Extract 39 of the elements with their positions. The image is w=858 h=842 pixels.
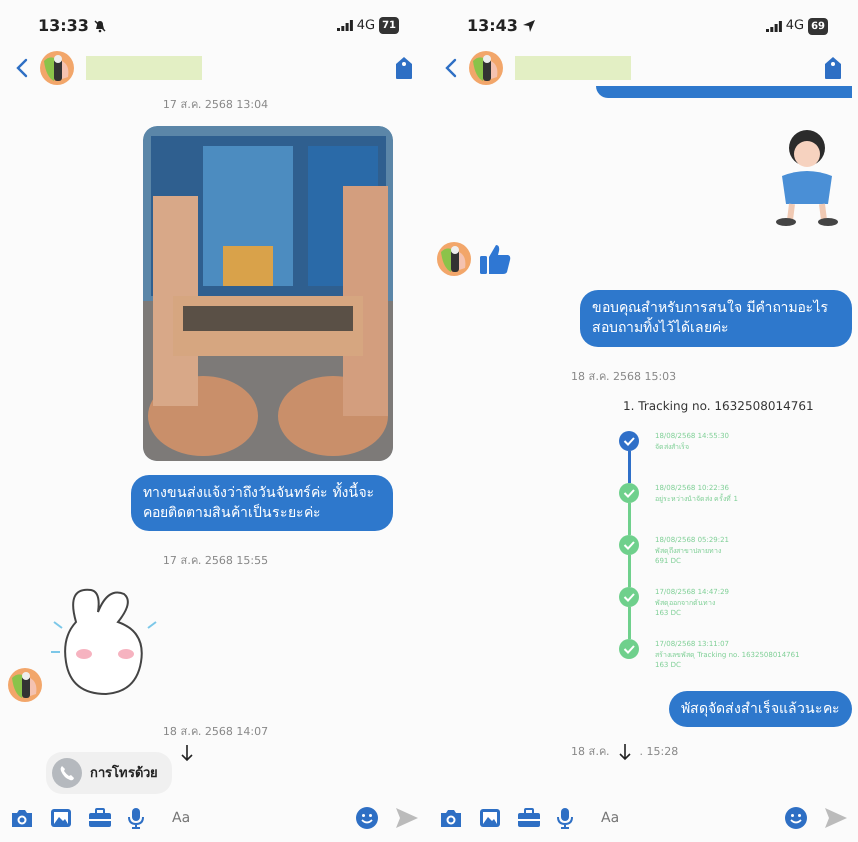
camera-icon[interactable] xyxy=(10,808,34,828)
call-card[interactable]: การโทรด้วย xyxy=(46,752,172,794)
tag-icon[interactable] xyxy=(824,56,842,80)
tag-icon[interactable] xyxy=(395,56,413,80)
network-label: 4G xyxy=(786,17,804,36)
microphone-icon[interactable] xyxy=(128,807,144,830)
image-icon[interactable] xyxy=(50,808,72,828)
message-bubble: พัสดุจัดส่งสำเร็จแล้วนะคะ xyxy=(669,691,852,728)
timestamp: . 15:28 xyxy=(640,744,678,760)
location-arrow-icon xyxy=(522,19,536,33)
tracking-number: 1. Tracking no. 1632508014761 xyxy=(623,398,814,416)
message-bubble: ขอบคุณสำหรับการสนใจ มีคำถามอะไรสอบถามทิ้งไว้ได้เลยค่ะ xyxy=(580,290,852,347)
image-icon[interactable] xyxy=(479,808,501,828)
back-icon[interactable] xyxy=(445,58,457,78)
briefcase-icon[interactable] xyxy=(517,808,541,828)
clock: 13:33 xyxy=(38,14,89,37)
thumbs-up-icon xyxy=(479,243,511,275)
timestamp: 17 ส.ค. 2568 13:04 xyxy=(162,97,268,114)
camera-icon[interactable] xyxy=(439,808,463,828)
battery-indicator: 71 xyxy=(379,17,399,34)
network-label: 4G xyxy=(356,17,376,36)
microphone-icon[interactable] xyxy=(557,807,573,829)
emoji-icon[interactable] xyxy=(355,806,379,830)
timestamp: 18 ส.ค. 2568 14:07 xyxy=(162,724,268,740)
battery-indicator: 69 xyxy=(808,18,828,34)
timestamp: 17 ส.ค. 2568 15:55 xyxy=(162,553,268,570)
emoji-icon[interactable] xyxy=(784,806,808,830)
timestamp: 18 ส.ค. 2568 15:03 xyxy=(571,368,676,385)
clock: 13:43 xyxy=(467,15,518,37)
back-icon[interactable] xyxy=(16,58,28,78)
signal-icon xyxy=(336,20,353,32)
signal-icon xyxy=(766,20,782,32)
message-bubble: ทางขนส่งแจ้งว่าถึงวันจันทร์ค่ะ ทั้งนี้จะคอยติดตามสินค้าเป็นระยะค่ะ xyxy=(131,474,393,532)
phone-icon xyxy=(52,758,82,788)
briefcase-icon[interactable] xyxy=(88,808,112,828)
scroll-down-icon[interactable] xyxy=(618,743,632,762)
timestamp: 18 ส.ค. xyxy=(571,744,610,760)
muted-bell-icon xyxy=(92,18,107,33)
scroll-down-icon[interactable] xyxy=(180,744,194,762)
